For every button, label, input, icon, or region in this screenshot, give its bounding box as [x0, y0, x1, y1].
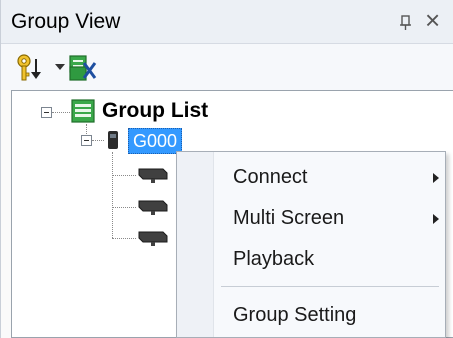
menu-item-playback[interactable]: Playback [213, 240, 443, 278]
camera-icon[interactable] [137, 197, 171, 217]
tree-connector [112, 207, 136, 208]
close-icon[interactable]: × [425, 6, 440, 34]
chevron-down-icon[interactable] [55, 64, 65, 70]
collapse-toggle-root[interactable] [41, 107, 52, 118]
tree-root-label[interactable]: Group List [102, 98, 208, 124]
collapse-toggle-group[interactable] [81, 135, 92, 146]
submenu-arrow-icon [433, 214, 439, 224]
tree-connector [112, 238, 136, 239]
context-menu: Connect Multi Screen Playback Group Sett… [176, 151, 446, 338]
context-menu-gutter [177, 152, 214, 337]
menu-item-label: Multi Screen [233, 207, 345, 229]
group-list-icon [71, 99, 95, 123]
panel-title: Group View [11, 10, 121, 33]
group-export-icon[interactable] [67, 53, 97, 83]
panel-title-bar: Group View × [1, 0, 453, 44]
pin-icon[interactable] [397, 12, 417, 32]
menu-item-group-setting[interactable]: Group Setting [213, 296, 443, 334]
submenu-arrow-icon [433, 173, 439, 183]
tree-connector [112, 175, 136, 176]
menu-separator [221, 286, 439, 287]
menu-item-connect[interactable]: Connect [213, 158, 443, 196]
tree-group-label[interactable]: G000 [128, 128, 183, 154]
menu-item-label: Connect [233, 166, 308, 188]
tree-connector [112, 152, 113, 238]
tree-connector [92, 140, 104, 141]
camera-icon[interactable] [137, 228, 171, 248]
menu-item-label: Playback [233, 248, 315, 270]
menu-item-label: Group Setting [233, 304, 357, 326]
group-view-panel: Group View × Group List G000 Connect Mul… [0, 0, 453, 338]
device-group-icon [108, 131, 118, 149]
camera-icon[interactable] [137, 165, 171, 185]
tree-connector [52, 112, 70, 113]
key-sort-icon[interactable] [15, 53, 45, 83]
panel-toolbar [1, 44, 453, 90]
menu-item-multi-screen[interactable]: Multi Screen [213, 199, 443, 237]
